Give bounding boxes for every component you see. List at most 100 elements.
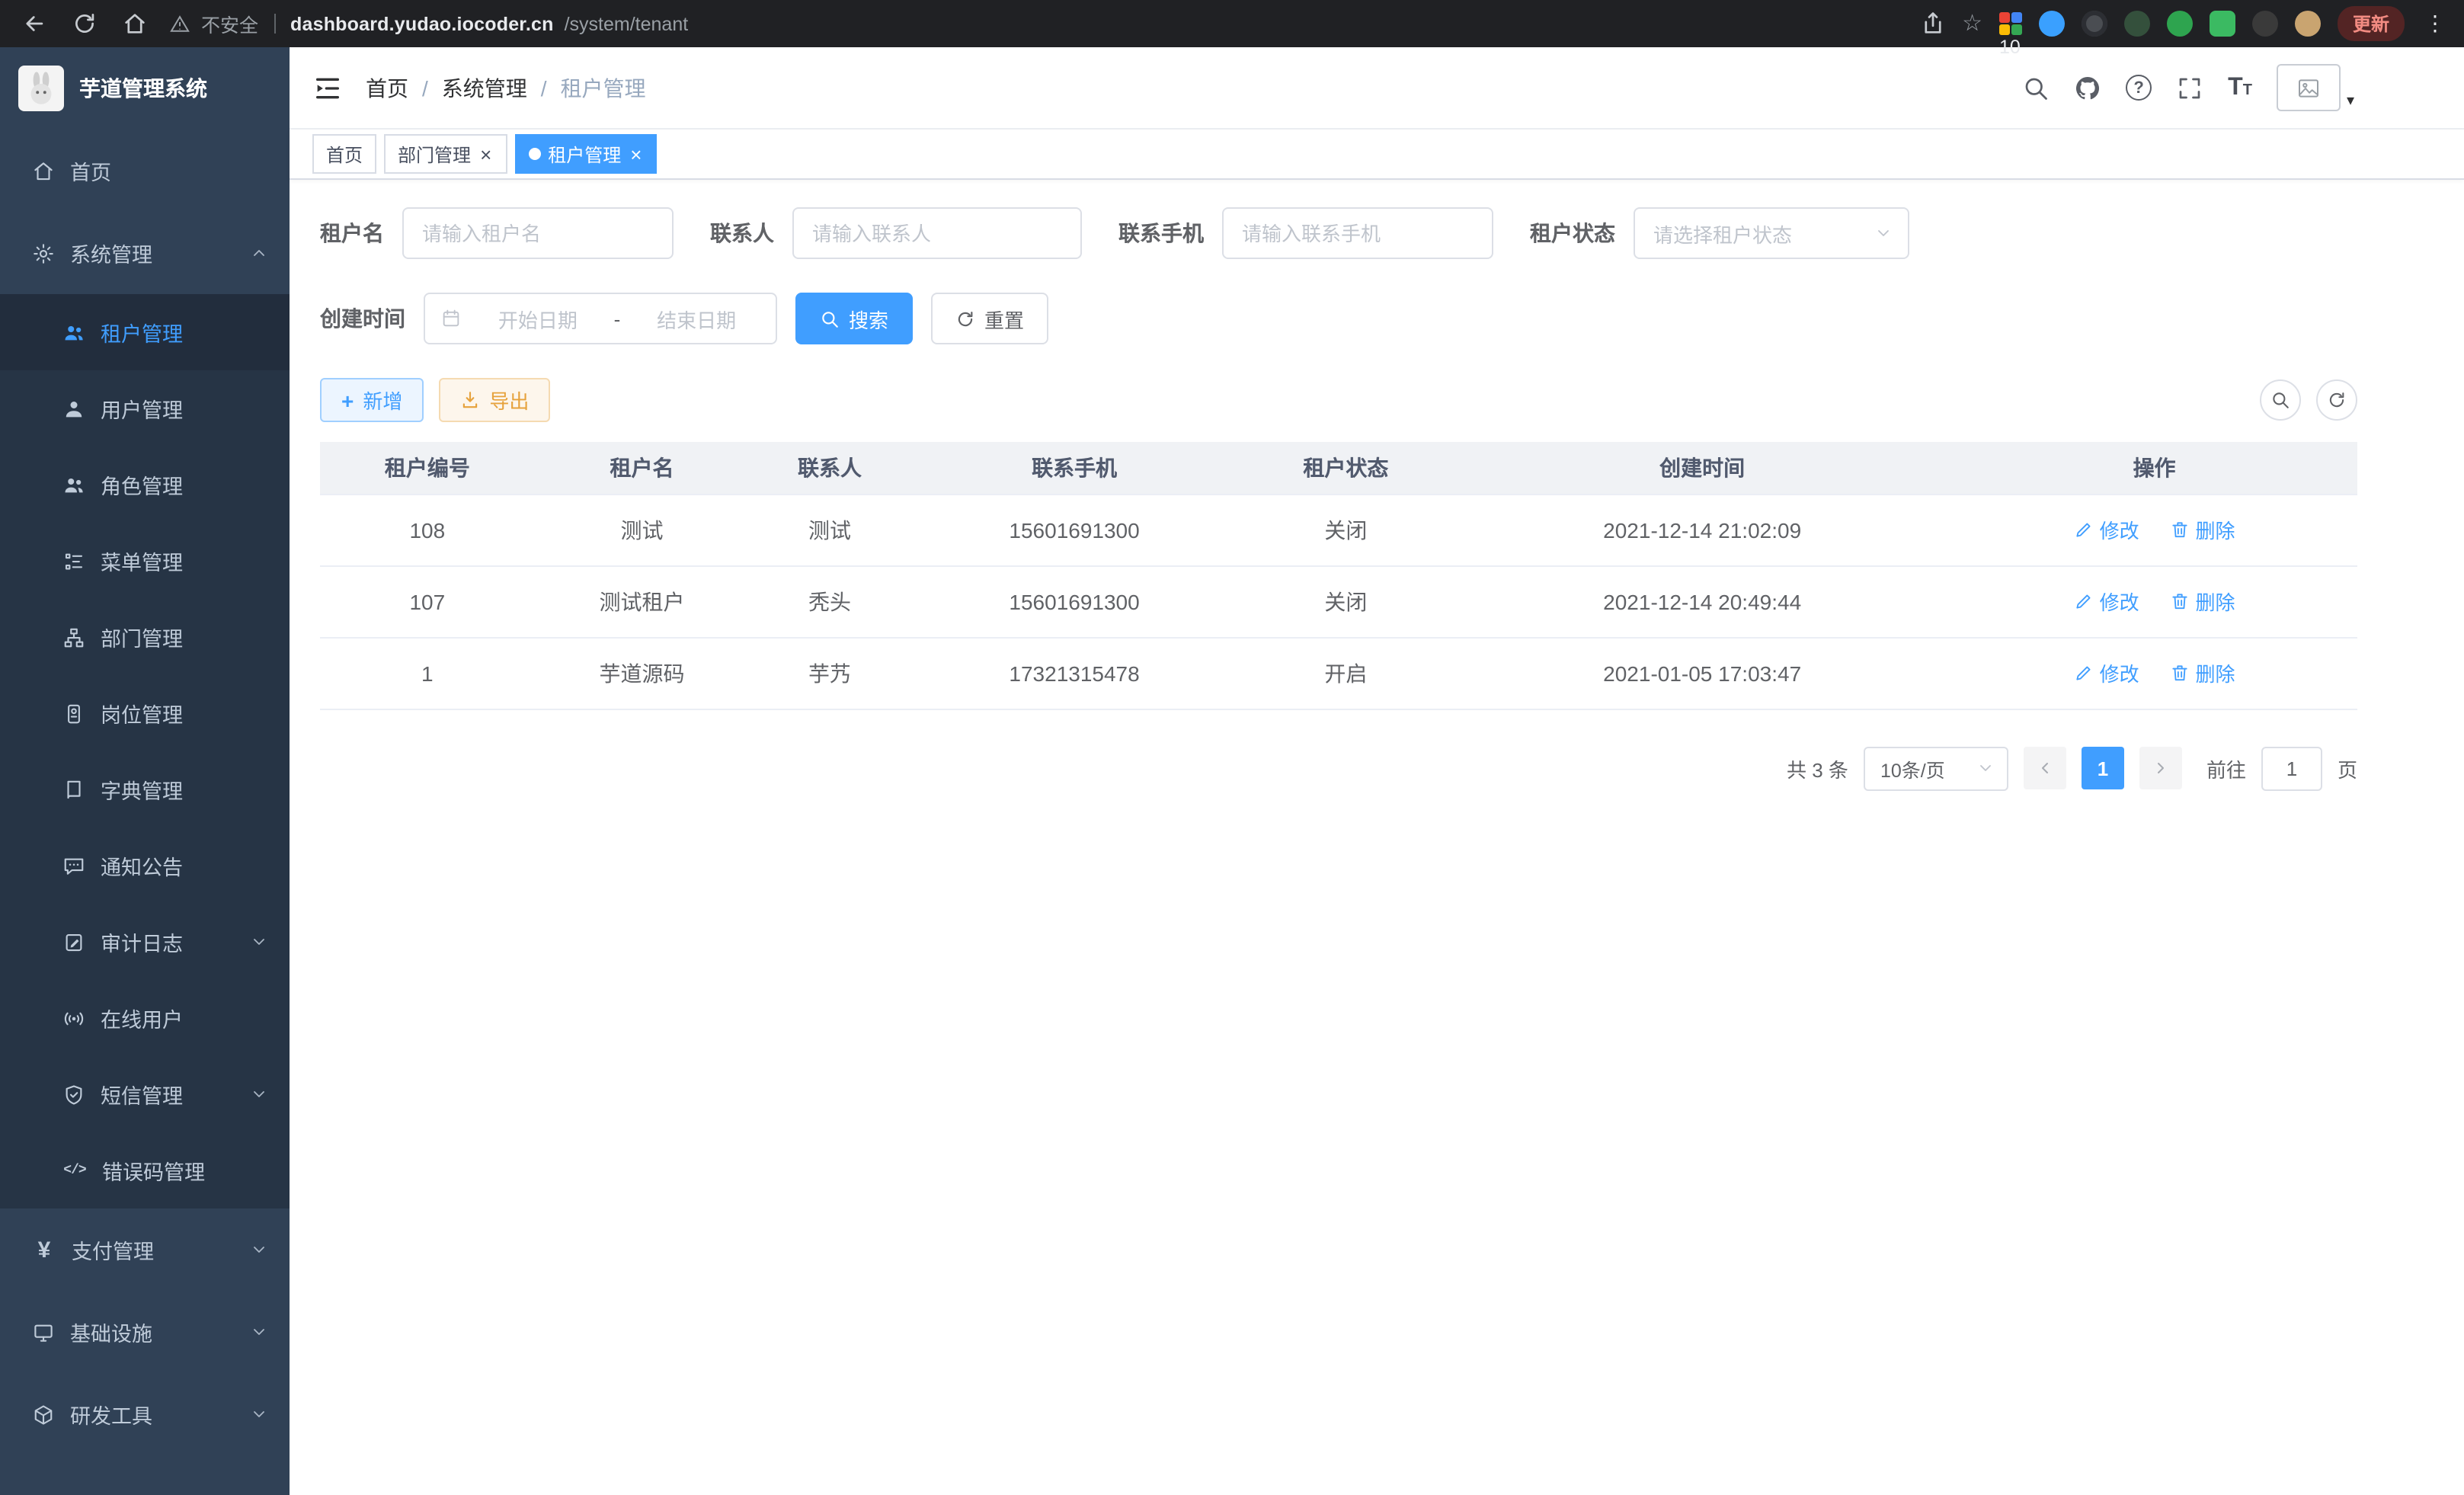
extension-icon-paw[interactable] (2252, 11, 2278, 37)
url-host: dashboard.yudao.iocoder.cn (290, 13, 554, 34)
add-button[interactable]: + 新增 (320, 378, 424, 422)
tenant-name-input[interactable] (402, 207, 674, 259)
breadcrumb-home[interactable]: 首页 (366, 72, 408, 103)
goto-label: 前往 (2206, 754, 2246, 783)
code-icon: </> (62, 1163, 87, 1178)
sidebar-item-menus[interactable]: 菜单管理 (0, 523, 290, 599)
phone-input[interactable] (1222, 207, 1493, 259)
hamburger-icon[interactable] (312, 72, 343, 103)
edit-link[interactable]: 修改 (2074, 658, 2139, 687)
search-icon[interactable] (2022, 74, 2050, 101)
total-count: 共 3 条 (1787, 754, 1848, 783)
breadcrumb-separator: / (541, 75, 547, 100)
pagination: 共 3 条 10条/页 1 前往 页 (320, 746, 2357, 790)
breadcrumb-system[interactable]: 系统管理 (442, 72, 527, 103)
next-page-button[interactable] (2139, 747, 2182, 789)
delete-link[interactable]: 删除 (2169, 515, 2235, 544)
extension-icon-dark-green[interactable] (2124, 11, 2150, 37)
browser-update-button[interactable]: 更新 (2338, 6, 2405, 41)
help-icon[interactable]: ? (2126, 75, 2152, 101)
cell-status: 开启 (1239, 637, 1454, 709)
contact-input[interactable] (792, 207, 1082, 259)
chevron-down-icon (250, 1240, 268, 1259)
toggle-search-button[interactable] (2260, 379, 2301, 421)
tab-department[interactable]: 部门管理 × (384, 134, 507, 174)
extension-icon-collection[interactable]: 10 (1999, 12, 2022, 35)
sidebar-item-home[interactable]: 首页 (0, 130, 290, 212)
sidebar-item-dev-tools[interactable]: 研发工具 (0, 1373, 290, 1455)
cell-created: 2021-12-14 20:49:44 (1453, 565, 1951, 637)
font-size-icon[interactable]: TT (2228, 74, 2252, 101)
yen-icon: ¥ (32, 1237, 56, 1263)
sidebar-item-notice[interactable]: 通知公告 (0, 828, 290, 904)
sidebar-item-roles[interactable]: 角色管理 (0, 447, 290, 523)
page-unit-label: 页 (2338, 754, 2357, 783)
bookmark-star-icon[interactable]: ☆ (1962, 12, 1982, 35)
cell-contact: 测试 (749, 494, 910, 565)
sidebar-item-infrastructure[interactable]: 基础设施 (0, 1291, 290, 1373)
tab-home[interactable]: 首页 (312, 134, 376, 174)
cell-name: 测试租户 (535, 565, 750, 637)
search-button[interactable]: 搜索 (795, 293, 913, 344)
browser-menu-icon[interactable]: ⋮ (2421, 11, 2449, 37)
sidebar-item-tenant[interactable]: 租户管理 (0, 294, 290, 370)
roles-icon (62, 473, 85, 496)
dev-tools-icon (32, 1403, 55, 1426)
delete-link[interactable]: 删除 (2169, 658, 2235, 687)
date-range-picker[interactable]: 开始日期 - 结束日期 (424, 293, 777, 344)
back-icon[interactable] (21, 11, 47, 37)
sidebar-item-system[interactable]: 系统管理 (0, 212, 290, 294)
tag-tabs-bar: 首页 部门管理 × 租户管理 × (290, 130, 2464, 180)
refresh-table-button[interactable] (2316, 379, 2357, 421)
extension-icon-monkey[interactable] (2295, 11, 2321, 37)
extension-icon-green-circle[interactable] (2167, 11, 2193, 37)
fullscreen-icon[interactable] (2176, 74, 2203, 101)
extension-icon-green-square[interactable] (2210, 11, 2235, 37)
edit-link[interactable]: 修改 (2074, 515, 2139, 544)
extension-icon-ring[interactable] (2082, 11, 2107, 37)
col-contact: 联系人 (749, 442, 910, 494)
close-icon[interactable]: × (629, 144, 643, 164)
export-button[interactable]: 导出 (439, 378, 550, 422)
screen: 不安全 dashboard.yudao.iocoder.cn/system/te… (0, 0, 2464, 1495)
sidebar: 芋道管理系统 首页 系统管理 租户管理 用户管理 (0, 47, 290, 1495)
extension-icon-drop[interactable] (2039, 11, 2065, 37)
address-bar[interactable]: 不安全 dashboard.yudao.iocoder.cn/system/te… (169, 9, 1919, 38)
close-icon[interactable]: × (478, 144, 493, 164)
edit-link[interactable]: 修改 (2074, 587, 2139, 616)
sidebar-item-departments[interactable]: 部门管理 (0, 599, 290, 675)
share-icon[interactable] (1919, 11, 1945, 37)
chevron-down-icon (250, 1323, 268, 1341)
security-label: 不安全 (201, 9, 258, 38)
sidebar-item-online-users[interactable]: 在线用户 (0, 980, 290, 1056)
delete-link[interactable]: 删除 (2169, 587, 2235, 616)
sidebar-item-users[interactable]: 用户管理 (0, 370, 290, 447)
prev-page-button[interactable] (2024, 747, 2066, 789)
sidebar-item-sms[interactable]: 短信管理 (0, 1056, 290, 1132)
page-size-select[interactable]: 10条/页 (1864, 746, 2008, 790)
gear-icon (32, 242, 55, 264)
cell-created: 2021-12-14 21:02:09 (1453, 494, 1951, 565)
reset-button[interactable]: 重置 (931, 293, 1048, 344)
filter-row-2: 创建时间 开始日期 - 结束日期 搜索 重置 (320, 293, 2357, 344)
cell-id: 1 (320, 637, 535, 709)
sidebar-item-payment[interactable]: ¥ 支付管理 (0, 1208, 290, 1291)
home-icon[interactable] (122, 11, 148, 37)
github-icon[interactable] (2074, 74, 2101, 101)
goto-page-input[interactable] (2261, 746, 2322, 790)
page-number-button[interactable]: 1 (2082, 747, 2124, 789)
sidebar-item-audit-log[interactable]: 审计日志 (0, 904, 290, 980)
sidebar-item-dict[interactable]: 字典管理 (0, 751, 290, 828)
col-created: 创建时间 (1453, 442, 1951, 494)
page-content: 租户名 联系人 联系手机 租户状态 请选择租户状态 (290, 180, 2464, 1495)
trash-icon (2169, 591, 2189, 611)
app-logo[interactable]: 芋道管理系统 (0, 47, 290, 130)
reload-icon[interactable] (72, 11, 98, 37)
breadcrumb-separator: / (422, 75, 428, 100)
address-divider (274, 14, 275, 34)
sidebar-item-posts[interactable]: 岗位管理 (0, 675, 290, 751)
user-avatar[interactable]: ▾ (2277, 64, 2354, 111)
sidebar-item-error-codes[interactable]: </> 错误码管理 (0, 1132, 290, 1208)
tab-tenant[interactable]: 租户管理 × (514, 134, 657, 174)
tenant-status-select[interactable]: 请选择租户状态 (1634, 207, 1909, 259)
